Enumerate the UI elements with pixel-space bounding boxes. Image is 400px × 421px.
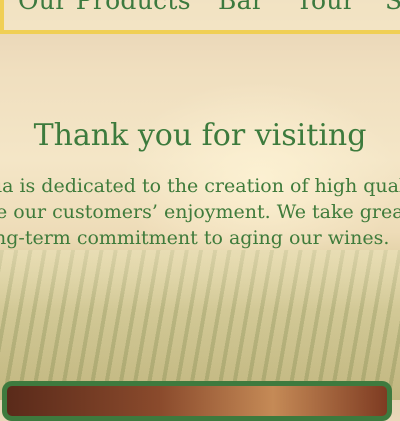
page-title: Thank you for visiting: [33, 118, 367, 153]
description-line-1: ia is dedicated to the creation of high …: [0, 175, 400, 197]
nav-item-our-products[interactable]: Our Products: [18, 0, 191, 15]
featured-image-card[interactable]: [2, 381, 392, 421]
main-navigation: Our Products Bar Tour Sc: [0, 0, 400, 34]
description-line-2: e our customers’ enjoyment. We take grea: [0, 201, 400, 223]
nav-item-tour[interactable]: Tour: [296, 0, 355, 15]
vineyard-background-image: [0, 250, 400, 400]
nav-item-partial[interactable]: Sc: [385, 0, 400, 15]
nav-item-bar[interactable]: Bar: [218, 0, 264, 15]
description-line-3: ng-term commitment to aging our wines.: [0, 227, 390, 249]
